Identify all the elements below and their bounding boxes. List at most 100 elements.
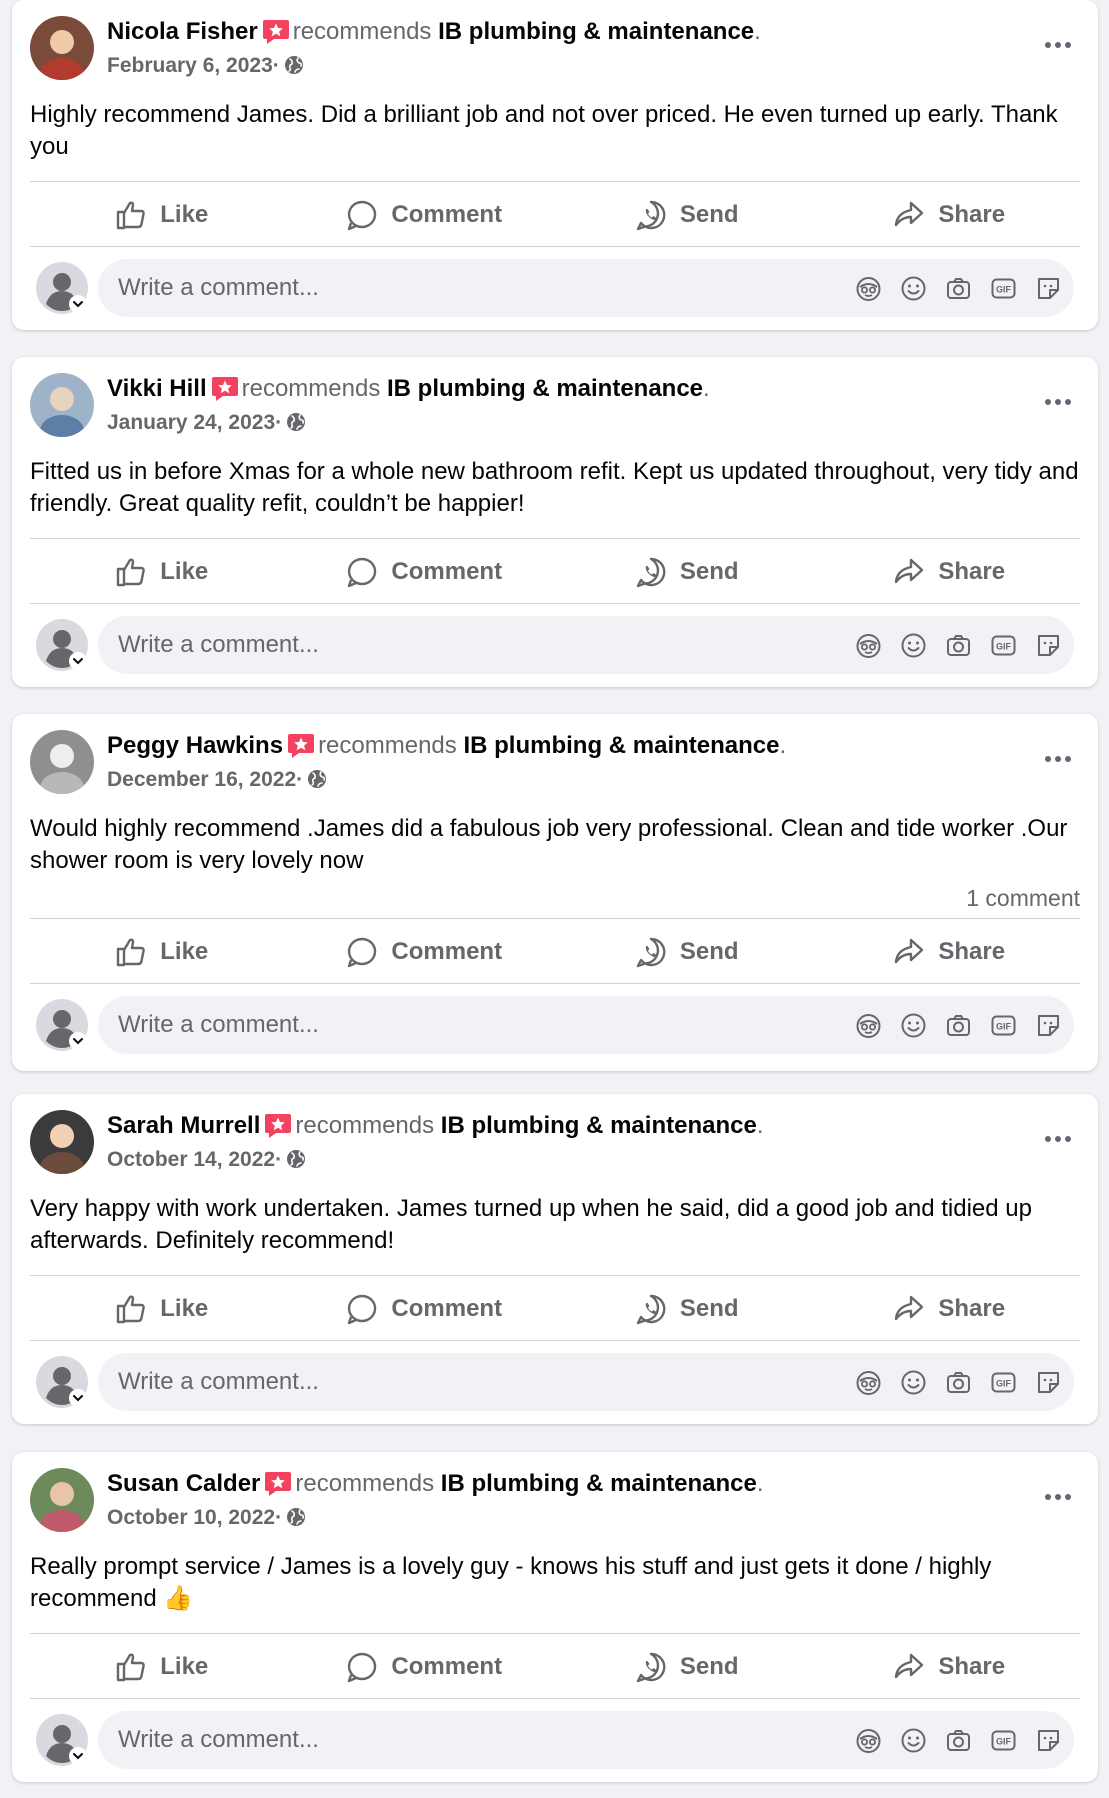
page-name-link[interactable]: IB plumbing & maintenance (438, 18, 754, 45)
post-date[interactable]: February 6, 2023 (107, 54, 273, 77)
avatar-sticker-icon[interactable] (855, 1369, 882, 1396)
recommendation-post: Sarah Murrell recommends IB plumbing & ma… (12, 1094, 1098, 1424)
sticker-icon[interactable] (1035, 1012, 1062, 1039)
send-button[interactable]: Send (555, 1639, 818, 1695)
share-button[interactable]: Share (818, 544, 1081, 600)
page-name-link[interactable]: IB plumbing & maintenance (441, 1470, 757, 1497)
camera-icon[interactable] (945, 1369, 972, 1396)
like-button[interactable]: Like (30, 1639, 293, 1695)
share-button[interactable]: Share (818, 187, 1081, 243)
avatar-sticker-icon[interactable] (855, 1012, 882, 1039)
avatar-sticker-icon[interactable] (855, 1727, 882, 1754)
camera-icon[interactable] (945, 275, 972, 302)
author-avatar[interactable] (30, 730, 94, 794)
gif-icon[interactable]: GIF (990, 275, 1017, 302)
author-name[interactable]: Nicola Fisher (107, 18, 258, 45)
comment-button[interactable]: Comment (293, 924, 556, 980)
current-user-avatar[interactable] (36, 619, 88, 671)
page-name-link[interactable]: IB plumbing & maintenance (387, 375, 703, 402)
author-avatar[interactable] (30, 373, 94, 437)
post-meta: January 24, 2023· (107, 409, 306, 437)
gif-icon[interactable]: GIF (990, 632, 1017, 659)
recommends-verb: recommends (241, 375, 381, 402)
gif-icon[interactable]: GIF (990, 1012, 1017, 1039)
sticker-icon[interactable] (1035, 632, 1062, 659)
comment-button[interactable]: Comment (293, 1639, 556, 1695)
emoji-icon[interactable] (900, 632, 927, 659)
share-label: Share (938, 1653, 1006, 1680)
post-date[interactable]: January 24, 2023 (107, 411, 275, 434)
post-date[interactable]: October 10, 2022 (107, 1506, 275, 1529)
like-label: Like (160, 1653, 209, 1680)
author-name[interactable]: Susan Calder (107, 1470, 260, 1497)
send-button[interactable]: Send (555, 1281, 818, 1337)
more-options-button[interactable] (1036, 1482, 1080, 1512)
globe-icon (286, 1149, 306, 1169)
like-button[interactable]: Like (30, 1281, 293, 1337)
current-user-avatar[interactable] (36, 1356, 88, 1408)
comment-button[interactable]: Comment (293, 187, 556, 243)
post-date[interactable]: October 14, 2022 (107, 1148, 275, 1171)
author-avatar[interactable] (30, 1468, 94, 1532)
comment-input-box[interactable]: GIF (98, 1353, 1074, 1411)
send-button[interactable]: Send (555, 924, 818, 980)
more-dot (1065, 399, 1071, 405)
send-button[interactable]: Send (555, 187, 818, 243)
author-avatar[interactable] (30, 16, 94, 80)
comment-input-box[interactable]: GIF (98, 259, 1074, 317)
sticker-icon[interactable] (1035, 275, 1062, 302)
emoji-icon[interactable] (900, 1369, 927, 1396)
gif-icon[interactable]: GIF (990, 1727, 1017, 1754)
comment-input[interactable] (118, 996, 718, 1054)
emoji-icon[interactable] (900, 1727, 927, 1754)
more-options-button[interactable] (1036, 744, 1080, 774)
like-label: Like (160, 558, 209, 585)
more-options-button[interactable] (1036, 1124, 1080, 1154)
like-button[interactable]: Like (30, 924, 293, 980)
comment-input-box[interactable]: GIF (98, 616, 1074, 674)
current-user-avatar[interactable] (36, 1714, 88, 1766)
comment-input[interactable] (118, 259, 718, 317)
author-name[interactable]: Sarah Murrell (107, 1112, 260, 1139)
more-options-button[interactable] (1036, 387, 1080, 417)
share-button[interactable]: Share (818, 1281, 1081, 1337)
comment-input[interactable] (118, 1711, 718, 1769)
comment-button[interactable]: Comment (293, 1281, 556, 1337)
more-dot (1045, 399, 1051, 405)
sticker-icon[interactable] (1035, 1369, 1062, 1396)
sticker-icon[interactable] (1035, 1727, 1062, 1754)
user-photo-icon (30, 16, 94, 80)
avatar-sticker-icon[interactable] (855, 275, 882, 302)
more-options-button[interactable] (1036, 30, 1080, 60)
page-name-link[interactable]: IB plumbing & maintenance (441, 1112, 757, 1139)
comment-button[interactable]: Comment (293, 544, 556, 600)
author-avatar[interactable] (30, 1110, 94, 1174)
avatar-sticker-icon[interactable] (855, 632, 882, 659)
author-name[interactable]: Vikki Hill (107, 375, 207, 402)
send-button[interactable]: Send (555, 544, 818, 600)
comment-count-link[interactable]: 1 comment (966, 885, 1080, 912)
comment-input-box[interactable]: GIF (98, 996, 1074, 1054)
emoji-icon[interactable] (900, 1012, 927, 1039)
post-text: Really prompt service / James is a lovel… (30, 1553, 992, 1612)
svg-text:GIF: GIF (996, 641, 1012, 651)
like-button[interactable]: Like (30, 544, 293, 600)
camera-icon[interactable] (945, 632, 972, 659)
like-button[interactable]: Like (30, 187, 293, 243)
share-button[interactable]: Share (818, 924, 1081, 980)
share-button[interactable]: Share (818, 1639, 1081, 1695)
comment-input-box[interactable]: GIF (98, 1711, 1074, 1769)
emoji-icon[interactable] (900, 275, 927, 302)
page-name-link[interactable]: IB plumbing & maintenance (463, 732, 779, 759)
camera-icon[interactable] (945, 1727, 972, 1754)
author-name[interactable]: Peggy Hawkins (107, 732, 283, 759)
post-header: Vikki Hill recommends IB plumbing & maint… (107, 373, 710, 405)
camera-icon[interactable] (945, 1012, 972, 1039)
sentence-period: . (756, 1470, 764, 1497)
comment-input[interactable] (118, 1353, 718, 1411)
current-user-avatar[interactable] (36, 262, 88, 314)
current-user-avatar[interactable] (36, 999, 88, 1051)
gif-icon[interactable]: GIF (990, 1369, 1017, 1396)
post-date[interactable]: December 16, 2022 (107, 768, 296, 791)
comment-input[interactable] (118, 616, 718, 674)
